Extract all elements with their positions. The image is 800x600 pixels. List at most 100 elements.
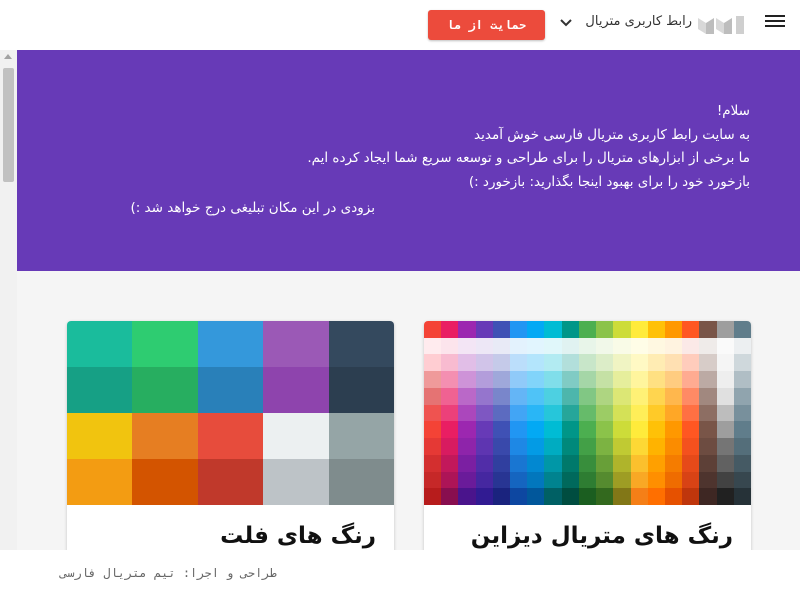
color-swatch [596, 321, 614, 339]
scroll-up-arrow-icon[interactable] [4, 54, 12, 59]
color-swatch [561, 404, 580, 422]
color-swatch [197, 413, 264, 460]
feedback-line[interactable]: بازخورد خود را برای بهبود اینجا بگذارید:… [307, 171, 750, 195]
color-swatch [699, 454, 718, 473]
color-swatch [733, 488, 751, 505]
flat-colors-card[interactable]: رنگ های فلت [67, 321, 394, 561]
color-swatch [716, 488, 735, 505]
color-swatch [561, 354, 580, 372]
color-swatch [630, 371, 649, 389]
color-swatch [492, 321, 511, 339]
hamburger-menu-icon[interactable] [764, 12, 786, 34]
color-swatch [561, 421, 580, 439]
color-swatch [596, 387, 614, 406]
color-swatch [561, 454, 580, 473]
color-swatch [630, 454, 649, 473]
material-colors-card[interactable]: رنگ های متریال دیزاین [424, 321, 751, 561]
color-swatch [664, 404, 683, 422]
color-swatch [544, 371, 563, 389]
color-swatch [441, 438, 459, 456]
color-swatch [699, 371, 718, 389]
color-swatch [458, 471, 477, 489]
color-swatch [544, 471, 563, 489]
color-swatch [733, 471, 751, 489]
color-swatch [647, 438, 666, 456]
color-swatch [596, 488, 614, 505]
color-swatch [510, 371, 528, 389]
color-swatch [664, 421, 683, 439]
color-swatch [492, 421, 511, 439]
color-swatch [664, 354, 683, 372]
color-swatch [328, 413, 394, 460]
color-swatch [441, 488, 459, 505]
color-swatch [492, 471, 511, 489]
color-swatch [544, 337, 563, 355]
color-swatch [647, 404, 666, 422]
color-swatch [578, 354, 597, 372]
color-swatch [699, 354, 718, 372]
footer: طراحی و اجرا: تیم متریال فارسی [0, 550, 800, 600]
color-swatch [647, 387, 666, 406]
color-swatch [263, 459, 330, 505]
color-swatch [424, 387, 442, 406]
color-swatch [613, 404, 632, 422]
color-swatch [492, 488, 511, 505]
color-swatch [458, 454, 477, 473]
color-swatch [561, 337, 580, 355]
color-swatch [561, 321, 580, 339]
color-swatch [647, 454, 666, 473]
color-swatch [733, 421, 751, 439]
color-swatch [733, 371, 751, 389]
color-swatch [475, 454, 494, 473]
color-swatch [328, 459, 394, 505]
color-swatch [613, 337, 632, 355]
color-swatch [699, 488, 718, 505]
color-swatch [578, 371, 597, 389]
color-swatch [613, 438, 632, 456]
color-swatch [682, 488, 700, 505]
color-swatch [424, 321, 442, 339]
color-swatch [441, 454, 459, 473]
color-swatch [544, 387, 563, 406]
color-swatch [578, 471, 597, 489]
color-swatch [578, 438, 597, 456]
color-swatch [544, 454, 563, 473]
color-swatch [510, 354, 528, 372]
color-swatch [630, 488, 649, 505]
support-us-button[interactable]: حمایت از ما [428, 10, 545, 40]
scrollbar[interactable] [0, 50, 17, 550]
color-swatch [527, 471, 545, 489]
color-swatch [424, 371, 442, 389]
color-swatch [441, 471, 459, 489]
color-swatch [578, 337, 597, 355]
color-swatch [475, 488, 494, 505]
color-swatch [527, 371, 545, 389]
color-swatch [664, 438, 683, 456]
color-swatch [328, 367, 394, 414]
footer-credit: طراحی و اجرا: تیم متریال فارسی [60, 566, 277, 580]
color-swatch [613, 488, 632, 505]
color-swatch [596, 337, 614, 355]
color-swatch [510, 387, 528, 406]
color-swatch [630, 387, 649, 406]
color-swatch [682, 321, 700, 339]
color-swatch [132, 413, 199, 460]
color-swatch [699, 438, 718, 456]
color-swatch [424, 337, 442, 355]
color-swatch [699, 421, 718, 439]
color-swatch [424, 421, 442, 439]
scrollbar-thumb[interactable] [3, 68, 14, 182]
color-swatch [682, 404, 700, 422]
color-swatch [613, 371, 632, 389]
welcome-line: سلام! [716, 103, 750, 119]
color-swatch [682, 454, 700, 473]
chevron-down-icon[interactable] [558, 15, 574, 31]
color-swatch [630, 421, 649, 439]
color-swatch [492, 454, 511, 473]
color-swatch [561, 438, 580, 456]
color-swatch [613, 387, 632, 406]
color-swatch [263, 413, 330, 460]
color-swatch [67, 459, 133, 505]
color-swatch [630, 354, 649, 372]
color-swatch [630, 404, 649, 422]
